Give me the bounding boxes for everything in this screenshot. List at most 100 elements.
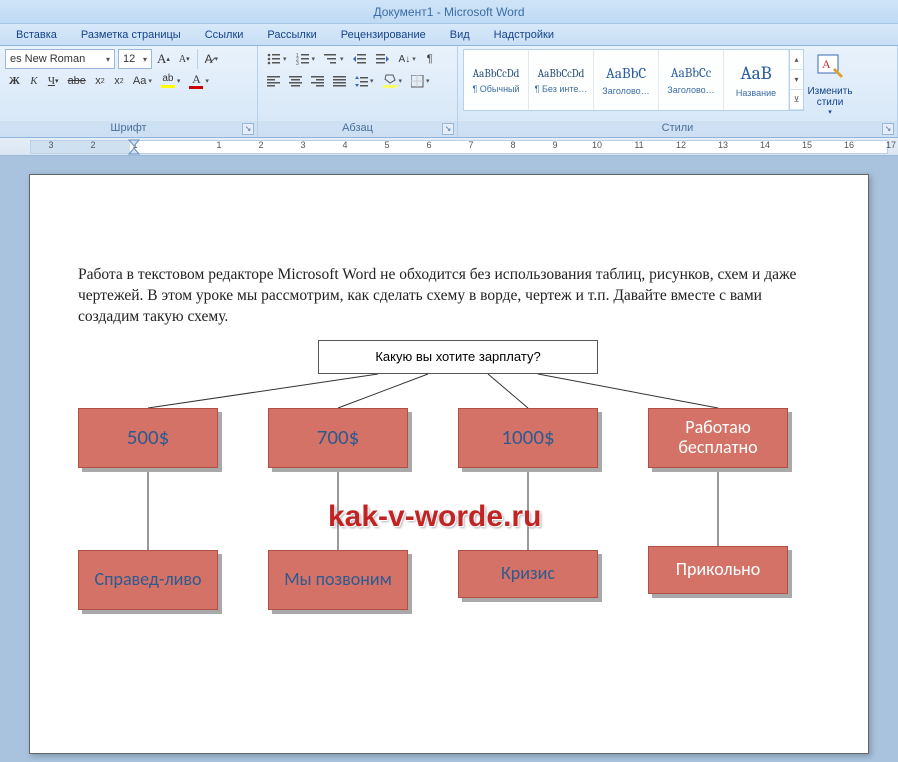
sort-button[interactable]: A↓ — [395, 49, 420, 69]
tab-addins[interactable]: Надстройки — [482, 26, 566, 44]
justify-icon — [333, 76, 346, 87]
ruler-tick: 13 — [702, 140, 744, 154]
decrease-indent-button[interactable] — [349, 49, 371, 69]
underline-button[interactable]: Ч ▾ — [44, 71, 63, 91]
diagram-option-2[interactable]: 700$ — [268, 408, 408, 468]
styles-scroll-down[interactable]: ▾ — [790, 70, 803, 90]
ruler-tick: 12 — [660, 140, 702, 154]
bold-button[interactable]: Ж — [5, 71, 24, 91]
justify-button[interactable] — [329, 71, 350, 91]
ribbon-tabs: Вставка Разметка страницы Ссылки Рассылк… — [0, 24, 898, 46]
align-right-button[interactable] — [307, 71, 328, 91]
indent-marker-icon[interactable] — [128, 139, 140, 155]
style-title[interactable]: AaBНазвание — [724, 50, 789, 110]
watermark: kak-v-worde.ru — [328, 500, 541, 534]
group-label-styles: Стили ↘ — [458, 121, 897, 137]
ruler-tick: 7 — [450, 140, 492, 154]
outdent-icon — [353, 53, 367, 65]
diagram-answer-3[interactable]: Кризис — [458, 550, 598, 598]
tab-review[interactable]: Рецензирование — [329, 26, 438, 44]
style-normal[interactable]: AaBbCcDd¶ Обычный — [464, 50, 529, 110]
ribbon: es New Roman 12 A▴ A▾ A̷ Ж К Ч ▾ abe x2 … — [0, 46, 898, 138]
ruler-tick: 9 — [534, 140, 576, 154]
borders-button[interactable] — [407, 71, 434, 91]
diagram-root[interactable]: Какую вы хотите зарплату? — [318, 340, 598, 374]
superscript-button[interactable]: x2 — [110, 71, 128, 91]
font-name-combo[interactable]: es New Roman — [5, 49, 115, 69]
bullets-button[interactable] — [263, 49, 291, 69]
styles-expand[interactable]: ⊻ — [790, 90, 803, 110]
tab-references[interactable]: Ссылки — [193, 26, 256, 44]
align-left-button[interactable] — [263, 71, 284, 91]
font-color-button[interactable]: A — [185, 71, 213, 91]
grow-font-button[interactable]: A▴ — [153, 49, 174, 69]
font-size-combo[interactable]: 12 — [118, 49, 152, 69]
shrink-font-button[interactable]: A▾ — [175, 49, 194, 69]
tab-insert[interactable]: Вставка — [4, 26, 69, 44]
ruler-tick: 8 — [492, 140, 534, 154]
group-paragraph: 123 A↓ ¶ — [258, 46, 458, 137]
change-styles-icon: A — [816, 51, 844, 86]
align-center-icon — [289, 76, 302, 87]
numbering-button[interactable]: 123 — [292, 49, 320, 69]
ruler-tick: 1 — [198, 140, 240, 154]
group-font: es New Roman 12 A▴ A▾ A̷ Ж К Ч ▾ abe x2 … — [0, 46, 258, 137]
diagram-option-3[interactable]: 1000$ — [458, 408, 598, 468]
ruler-tick: 10 — [576, 140, 618, 154]
align-left-icon — [267, 76, 280, 87]
ruler-tick: 14 — [744, 140, 786, 154]
show-marks-button[interactable]: ¶ — [421, 49, 439, 69]
diagram-option-4[interactable]: Работаю бесплатно — [648, 408, 788, 468]
page[interactable]: Работа в текстовом редакторе Microsoft W… — [29, 174, 869, 754]
indent-icon — [376, 53, 390, 65]
increase-indent-button[interactable] — [372, 49, 394, 69]
numbering-icon: 123 — [296, 53, 310, 65]
ruler-tick: 17 — [870, 140, 898, 154]
font-dialog-launcher[interactable]: ↘ — [242, 123, 254, 135]
group-label-paragraph: Абзац ↘ — [258, 121, 457, 137]
bullets-icon — [267, 53, 281, 65]
window-title: Документ1 - Microsoft Word — [373, 5, 524, 19]
change-styles-button[interactable]: A Изменить стили ▾ — [807, 49, 853, 118]
multilevel-list-button[interactable] — [320, 49, 348, 69]
style-nospacing[interactable]: AaBbCcDd¶ Без инте… — [529, 50, 594, 110]
highlight-button[interactable]: ab — [157, 71, 185, 91]
ruler-tick: 2 — [240, 140, 282, 154]
italic-button[interactable]: К — [25, 71, 43, 91]
subscript-button[interactable]: x2 — [91, 71, 109, 91]
ruler-tick: 5 — [366, 140, 408, 154]
tab-mailings[interactable]: Рассылки — [255, 26, 328, 44]
tab-view[interactable]: Вид — [438, 26, 482, 44]
ruler-tick: 15 — [786, 140, 828, 154]
paragraph-dialog-launcher[interactable]: ↘ — [442, 123, 454, 135]
styles-gallery[interactable]: AaBbCcDd¶ Обычный AaBbCcDd¶ Без инте… Aa… — [463, 49, 804, 111]
ruler-tick: 2 — [72, 140, 114, 154]
styles-scroll-up[interactable]: ▴ — [790, 50, 803, 70]
diagram-option-1[interactable]: 500$ — [78, 408, 218, 468]
svg-text:A: A — [822, 57, 831, 71]
styles-dialog-launcher[interactable]: ↘ — [882, 123, 894, 135]
line-spacing-button[interactable] — [351, 71, 378, 91]
diagram-answer-1[interactable]: Справед-ливо — [78, 550, 218, 610]
diagram-answer-4[interactable]: Прикольно — [648, 546, 788, 594]
style-heading1[interactable]: AaBbCЗаголово… — [594, 50, 659, 110]
connector-lines — [78, 340, 838, 700]
clear-formatting-button[interactable]: A̷ — [201, 49, 223, 69]
document-area[interactable]: Работа в текстовом редакторе Microsoft W… — [0, 156, 898, 762]
diagram: Какую вы хотите зарплату? 500$ 700$ 1000… — [78, 340, 820, 700]
shading-button[interactable] — [379, 71, 407, 91]
ruler-tick — [156, 140, 198, 154]
change-case-button[interactable]: Aa — [129, 71, 156, 91]
bucket-icon — [384, 74, 396, 84]
strikethrough-button[interactable]: abe — [64, 71, 90, 91]
diagram-answer-2[interactable]: Мы позвоним — [268, 550, 408, 610]
borders-icon — [411, 75, 424, 88]
body-paragraph[interactable]: Работа в текстовом редакторе Microsoft W… — [78, 265, 820, 328]
group-styles: AaBbCcDd¶ Обычный AaBbCcDd¶ Без инте… Aa… — [458, 46, 898, 137]
tab-page-layout[interactable]: Разметка страницы — [69, 26, 193, 44]
ruler-tick: 4 — [324, 140, 366, 154]
align-center-button[interactable] — [285, 71, 306, 91]
ruler-tick: 3 — [282, 140, 324, 154]
style-heading2[interactable]: AaBbCcЗаголово… — [659, 50, 724, 110]
horizontal-ruler[interactable]: 3211234567891011121314151617 — [0, 138, 898, 156]
